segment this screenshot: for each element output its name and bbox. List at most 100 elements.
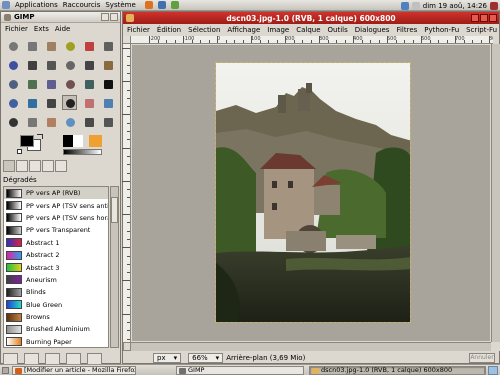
toolbox-menu-help[interactable]: Aide — [55, 25, 70, 33]
toolbox-menu-exts[interactable]: Exts — [34, 25, 49, 33]
menu-arrow-button[interactable] — [123, 36, 131, 44]
text-tool[interactable] — [100, 76, 115, 91]
move-tool[interactable] — [81, 57, 96, 72]
gradient-list-item[interactable]: Abstract 3 — [4, 261, 108, 273]
toolbox-titlebar[interactable]: GIMP — [1, 12, 120, 23]
free-select-tool[interactable] — [43, 38, 58, 53]
pencil-tool[interactable] — [43, 95, 58, 110]
blend-tool[interactable] — [24, 95, 39, 110]
shutdown-icon[interactable] — [490, 1, 498, 10]
flip-tool[interactable] — [81, 76, 96, 91]
image-menu-python-fu[interactable]: Python-Fu — [424, 26, 459, 34]
workspace-switcher[interactable] — [488, 366, 498, 375]
channels-tab[interactable] — [29, 160, 41, 172]
clone-tool[interactable] — [24, 114, 39, 129]
vertical-scrollbar[interactable] — [491, 44, 500, 342]
gradient-list-scrollbar[interactable] — [110, 186, 119, 348]
image-menu-layer[interactable]: Calque — [296, 26, 320, 34]
gradient-list-item[interactable]: PP vers AP (RVB) — [4, 187, 108, 200]
taskbar-button[interactable]: [Modifier un article - Mozilla Firefox] — [12, 366, 136, 375]
image-window-titlebar[interactable]: dscn03.jpg-1.0 (RVB, 1 calque) 600x800 — [123, 12, 499, 24]
paths-tool[interactable] — [5, 57, 20, 72]
perspective-tool[interactable] — [62, 76, 77, 91]
gradient-list-item[interactable]: Abstract 1 — [4, 237, 108, 249]
help-launcher-icon[interactable] — [170, 1, 179, 9]
panel-menu-system[interactable]: Système — [105, 1, 135, 9]
paintbrush-tool[interactable] — [62, 95, 77, 110]
paths-tab[interactable] — [42, 160, 54, 172]
scrollbar-thumb[interactable] — [111, 197, 118, 223]
fuzzy-select-tool[interactable] — [62, 38, 77, 53]
gradient-list-item[interactable]: Brushed Aluminium — [4, 323, 108, 335]
horizontal-scrollbar[interactable] — [131, 342, 491, 351]
gradient-list-item[interactable]: PP vers AP (TSV sens hora — [4, 212, 108, 224]
cancel-button[interactable]: Annuler — [469, 353, 495, 363]
gradient-list-item[interactable]: Aneurism — [4, 274, 108, 286]
gradient-list-item[interactable]: Browns — [4, 311, 108, 323]
pattern-preview[interactable] — [89, 135, 102, 147]
toolbox-menu-file[interactable]: Fichier — [5, 25, 28, 33]
close-button[interactable] — [110, 13, 118, 21]
minimize-button[interactable] — [471, 14, 479, 22]
gradient-list-item[interactable]: Blinds — [4, 286, 108, 298]
taskbar-button[interactable]: dscn03.jpg-1.0 (RVB, 1 calque) 600x800 — [309, 366, 485, 375]
volume-icon[interactable] — [411, 1, 420, 10]
blur-tool[interactable] — [62, 114, 77, 129]
reset-colors-icon[interactable] — [17, 149, 22, 154]
panel-menu-places[interactable]: Raccourcis — [63, 1, 101, 9]
image-menu-view[interactable]: Affichage — [227, 26, 260, 34]
smudge-tool[interactable] — [81, 114, 96, 129]
undo-tab[interactable] — [55, 160, 67, 172]
navigate-icon[interactable] — [491, 342, 500, 351]
color-picker-tool[interactable] — [24, 57, 39, 72]
horizontal-ruler[interactable]: -200-1000100200300400500600700800 — [131, 36, 493, 44]
dodge-burn-tool[interactable] — [100, 114, 115, 129]
image-menu-edit[interactable]: Édition — [157, 26, 181, 34]
unit-select[interactable]: px ▾ — [153, 353, 182, 363]
zoom-tool[interactable] — [43, 57, 58, 72]
close-button[interactable] — [489, 14, 497, 22]
gradient-preview[interactable] — [63, 149, 102, 155]
panel-menu-applications[interactable]: Applications — [15, 1, 58, 9]
gradient-list-item[interactable]: Abstract 2 — [4, 249, 108, 261]
image-menu-image[interactable]: Image — [267, 26, 289, 34]
shear-tool[interactable] — [43, 76, 58, 91]
heal-tool[interactable] — [43, 114, 58, 129]
quick-mask-toggle[interactable] — [123, 342, 131, 351]
zoom-select[interactable]: 66% ▾ — [188, 353, 224, 363]
firefox-launcher-icon[interactable] — [144, 1, 153, 9]
ink-tool[interactable] — [5, 114, 20, 129]
foot-icon[interactable] — [2, 1, 10, 9]
color-select-tool[interactable] — [81, 38, 96, 53]
minimize-button[interactable] — [101, 13, 109, 21]
bucket-fill-tool[interactable] — [5, 95, 20, 110]
rect-select-tool[interactable] — [5, 38, 20, 53]
gradient-list-item[interactable]: Burning Paper — [4, 336, 108, 347]
image-menu-tools[interactable]: Outils — [328, 26, 348, 34]
image-menu-file[interactable]: Fichier — [127, 26, 150, 34]
image-canvas[interactable] — [132, 45, 490, 341]
mail-launcher-icon[interactable] — [157, 1, 166, 9]
gradient-list-item[interactable]: Blue Green — [4, 299, 108, 311]
scale-tool[interactable] — [24, 76, 39, 91]
taskbar-button[interactable]: GIMP — [176, 366, 304, 375]
clock[interactable]: dim 19 aoû, 14:26 — [423, 2, 487, 10]
image-menu-dialogs[interactable]: Dialogues — [355, 26, 390, 34]
show-desktop-icon[interactable] — [2, 367, 9, 374]
rotate-tool[interactable] — [5, 76, 20, 91]
gradient-list-item[interactable]: PP vers Transparent — [4, 224, 108, 236]
network-icon[interactable] — [400, 1, 409, 10]
brush-preview[interactable] — [63, 135, 83, 147]
swap-colors-icon[interactable] — [37, 134, 43, 139]
scissors-tool[interactable] — [100, 38, 115, 53]
measure-tool[interactable] — [62, 57, 77, 72]
crop-tool[interactable] — [100, 57, 115, 72]
image-menu-select[interactable]: Sélection — [188, 26, 220, 34]
tool-options-tab[interactable] — [3, 160, 15, 172]
gradient-list-item[interactable]: PP vers AP (TSV sens anti- — [4, 199, 108, 211]
airbrush-tool[interactable] — [100, 95, 115, 110]
image-menu-filters[interactable]: Filtres — [396, 26, 417, 34]
ellipse-select-tool[interactable] — [24, 38, 39, 53]
vertical-ruler[interactable] — [122, 44, 131, 342]
foreground-color-swatch[interactable] — [20, 135, 34, 147]
